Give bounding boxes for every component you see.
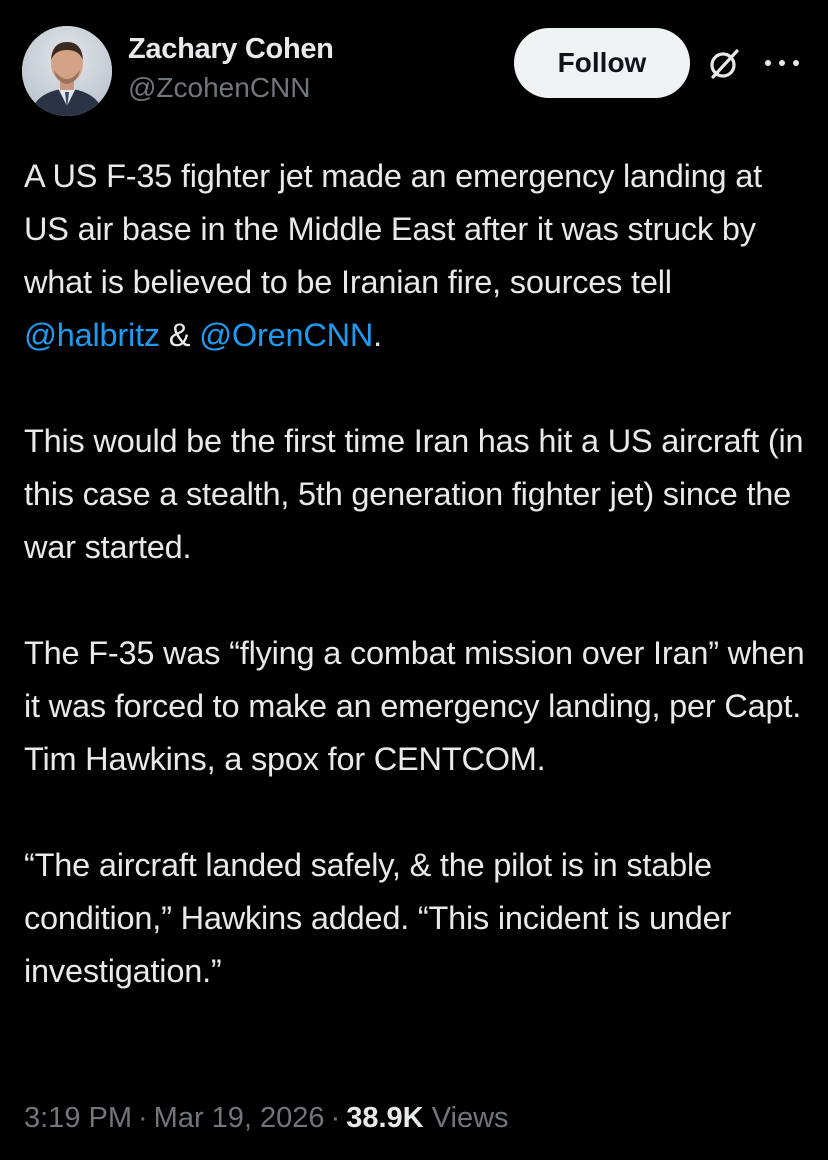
tweet-date[interactable]: Mar 19, 2026 [154,1102,325,1134]
tweet-header: Zachary Cohen @ZcohenCNN Follow [22,26,806,118]
tweet-text-segment: & [159,317,200,353]
tweet-paragraph-2: This would be the first time Iran has hi… [24,423,804,565]
tweet-time[interactable]: 3:19 PM [24,1102,132,1134]
avatar[interactable] [22,26,112,116]
tweet-paragraph-4: “The aircraft landed safely, & the pilot… [24,847,732,989]
tweet-meta: 3:19 PM · Mar 19, 2026 · 38.9K Views [24,1098,509,1138]
grok-slash-icon[interactable] [706,46,742,82]
tweet-paragraph-3: The F-35 was “flying a combat mission ov… [24,635,805,777]
mention-link-halbritz[interactable]: @halbritz [24,317,160,353]
tweet: Zachary Cohen @ZcohenCNN Follow A US F-3… [0,0,828,1160]
tweet-text-segment: . [373,317,383,353]
meta-separator: · [330,1102,341,1134]
more-dots-icon[interactable] [760,48,804,78]
tweet-text-segment: A US F-35 fighter jet made an emergency … [24,158,762,300]
follow-button[interactable]: Follow [514,28,690,98]
views-count[interactable]: 38.9K [346,1102,423,1134]
tweet-text: A US F-35 fighter jet made an emergency … [24,150,808,998]
author-display-name[interactable]: Zachary Cohen [128,32,334,66]
meta-separator: · [138,1102,148,1134]
author-handle[interactable]: @ZcohenCNN [128,70,334,106]
tweet-paragraph-1: A US F-35 fighter jet made an emergency … [24,150,808,362]
author-names: Zachary Cohen @ZcohenCNN [128,32,334,106]
views-label: Views [431,1102,509,1134]
mention-link-orencnn[interactable]: @OrenCNN [199,317,373,353]
